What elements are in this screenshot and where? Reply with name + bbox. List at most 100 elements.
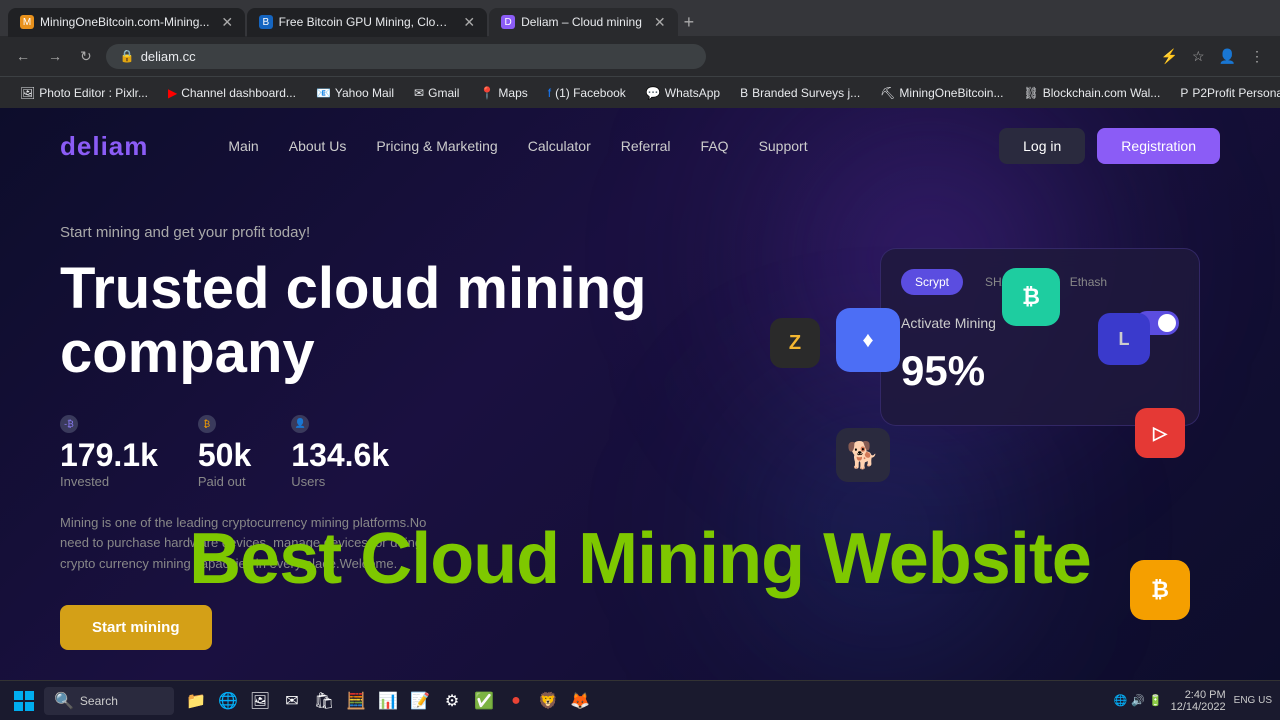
nav-faq[interactable]: FAQ xyxy=(701,138,729,154)
hero-subtitle: Start mining and get your profit today! xyxy=(60,224,1220,241)
bookmark-button[interactable]: ☆ xyxy=(1188,44,1209,69)
bookmark-photo-editor[interactable]: 🖼 Photo Editor : Pixlr... xyxy=(12,83,156,103)
date-display: 12/14/2022 xyxy=(1171,701,1226,713)
bookmark-blockchain-icon: ⛓ xyxy=(1023,86,1038,100)
taskbar-app-chrome[interactable]: ● xyxy=(502,687,530,715)
stat-invested-icon: -₿ xyxy=(60,415,78,433)
taskbar-app-settings[interactable]: ⚙ xyxy=(438,687,466,715)
nav-main[interactable]: Main xyxy=(228,138,258,154)
bookmark-blockchain-label: Blockchain.com Wal... xyxy=(1043,86,1161,100)
site-nav: Main About Us Pricing & Marketing Calcul… xyxy=(228,138,999,154)
card-tab-scrypt[interactable]: Scrypt xyxy=(901,269,963,295)
nav-pricing[interactable]: Pricing & Marketing xyxy=(376,138,497,154)
taskbar-app-explorer[interactable]: 📁 xyxy=(182,687,210,715)
bookmark-maps[interactable]: 📍 Maps xyxy=(471,83,535,103)
taskbar-app-word[interactable]: 📝 xyxy=(406,687,434,715)
stat-users-value: 134.6k xyxy=(291,437,389,474)
tab-3[interactable]: D Deliam – Cloud mining ✕ xyxy=(489,8,677,37)
bookmark-facebook-icon: f xyxy=(548,86,551,100)
tab-2[interactable]: B Free Bitcoin GPU Mining, Cloud... ✕ xyxy=(247,8,487,37)
tab-1-favicon: M xyxy=(20,15,34,29)
stat-users-icons: 👤 xyxy=(291,415,389,433)
bookmark-gmail-label: Gmail xyxy=(428,86,459,100)
extensions-button[interactable]: ⚡ xyxy=(1157,44,1182,69)
nav-support[interactable]: Support xyxy=(759,138,808,154)
bookmark-mining1-label: MiningOneBitcoin... xyxy=(899,86,1003,100)
stat-paidout-value: 50k xyxy=(198,437,251,474)
taskbar-app-brave[interactable]: 🦁 xyxy=(534,687,562,715)
taskbar-app-firefox[interactable]: 🦊 xyxy=(566,687,594,715)
bookmark-p2profit[interactable]: P P2Profit Personal ac... xyxy=(1172,83,1280,103)
taskbar-search[interactable]: 🔍 Search xyxy=(44,687,174,715)
nav-calculator[interactable]: Calculator xyxy=(528,138,591,154)
bookmark-yahoo[interactable]: 📧 Yahoo Mail xyxy=(308,83,402,103)
back-button[interactable]: ← xyxy=(12,44,34,68)
tab-1-title: MiningOneBitcoin.com-Mining... xyxy=(40,15,209,29)
bookmark-maps-icon: 📍 xyxy=(479,86,494,100)
stat-users-icon: 👤 xyxy=(291,415,309,433)
bookmark-channel-icon: ▶ xyxy=(168,86,177,100)
stat-users-label: Users xyxy=(291,474,389,489)
start-button[interactable] xyxy=(8,685,40,717)
battery-icon: 🔋 xyxy=(1149,694,1163,707)
bookmark-blockchain[interactable]: ⛓ Blockchain.com Wal... xyxy=(1015,83,1168,103)
card-tab-ethash[interactable]: Ethash xyxy=(1056,269,1121,295)
crypto-tron-icon: ▷ xyxy=(1135,408,1185,458)
stat-paidout: ₿ 50k Paid out xyxy=(198,415,251,489)
tab-3-title: Deliam – Cloud mining xyxy=(521,15,642,29)
bookmark-channel[interactable]: ▶ Channel dashboard... xyxy=(160,83,304,103)
nav-referral[interactable]: Referral xyxy=(621,138,671,154)
lock-icon: 🔒 xyxy=(120,49,135,63)
system-time: 2:40 PM 12/14/2022 xyxy=(1171,689,1226,713)
bookmark-yahoo-label: Yahoo Mail xyxy=(335,86,394,100)
reload-button[interactable]: ↻ xyxy=(76,44,96,69)
search-label: Search xyxy=(80,694,118,708)
bookmark-photo-editor-icon: 🖼 xyxy=(20,86,35,100)
taskbar-app-tasks[interactable]: ✅ xyxy=(470,687,498,715)
tab-3-close[interactable]: ✕ xyxy=(654,14,666,31)
activate-mining-label: Activate Mining xyxy=(901,315,996,331)
tab-2-close[interactable]: ✕ xyxy=(463,14,475,31)
menu-button[interactable]: ⋮ xyxy=(1246,44,1268,69)
stat-users: 👤 134.6k Users xyxy=(291,415,389,489)
stat-paidout-label: Paid out xyxy=(198,474,251,489)
bookmark-gmail[interactable]: ✉ Gmail xyxy=(406,83,467,103)
bookmark-photo-editor-label: Photo Editor : Pixlr... xyxy=(39,86,148,100)
stat-invested-label: Invested xyxy=(60,474,158,489)
hero-title: Trusted cloud mining company xyxy=(60,257,680,385)
tab-1[interactable]: M MiningOneBitcoin.com-Mining... ✕ xyxy=(8,8,245,37)
bookmark-mining1[interactable]: ⛏ MiningOneBitcoin... xyxy=(872,83,1011,103)
start-mining-button[interactable]: Start mining xyxy=(60,605,212,650)
header-actions: Log in Registration xyxy=(999,128,1220,164)
login-button[interactable]: Log in xyxy=(999,128,1085,164)
bookmark-whatsapp[interactable]: 💬 WhatsApp xyxy=(638,83,728,103)
bookmarks-bar: 🖼 Photo Editor : Pixlr... ▶ Channel dash… xyxy=(0,76,1280,108)
tab-bar: M MiningOneBitcoin.com-Mining... ✕ B Fre… xyxy=(0,0,1280,36)
nav-bar: ← → ↻ 🔒 deliam.cc ⚡ ☆ 👤 ⋮ xyxy=(0,36,1280,76)
taskbar-app-photos[interactable]: 🖼 xyxy=(246,687,274,715)
profile-button[interactable]: 👤 xyxy=(1215,44,1240,69)
bookmark-maps-label: Maps xyxy=(498,86,527,100)
taskbar-app-calc[interactable]: 🧮 xyxy=(342,687,370,715)
stat-invested: -₿ 179.1k Invested xyxy=(60,415,158,489)
register-button[interactable]: Registration xyxy=(1097,128,1220,164)
nav-about[interactable]: About Us xyxy=(289,138,347,154)
tab-1-close[interactable]: ✕ xyxy=(221,14,233,31)
taskbar-app-edge[interactable]: 🌐 xyxy=(214,687,242,715)
windows-icon xyxy=(14,691,34,711)
site-logo[interactable]: deliam xyxy=(60,131,148,162)
taskbar-app-mail[interactable]: ✉ xyxy=(278,687,306,715)
bookmark-facebook[interactable]: f (1) Facebook xyxy=(540,83,634,103)
address-bar[interactable]: 🔒 deliam.cc xyxy=(106,44,706,69)
taskbar: 🔍 Search 📁 🌐 🖼 ✉ 🛍 🧮 📊 📝 ⚙ ✅ ● 🦁 🦊 🌐 🔊 🔋… xyxy=(0,680,1280,720)
forward-button[interactable]: → xyxy=(44,44,66,68)
bookmark-branded[interactable]: B Branded Surveys j... xyxy=(732,83,868,103)
new-tab-button[interactable]: + xyxy=(678,12,701,33)
bookmark-channel-label: Channel dashboard... xyxy=(181,86,296,100)
taskbar-app-store[interactable]: 🛍 xyxy=(310,687,338,715)
browser-chrome: M MiningOneBitcoin.com-Mining... ✕ B Fre… xyxy=(0,0,1280,108)
time-display: 2:40 PM xyxy=(1171,689,1226,701)
taskbar-app-excel[interactable]: 📊 xyxy=(374,687,402,715)
bookmark-gmail-icon: ✉ xyxy=(414,86,424,100)
nav-icons: ⚡ ☆ 👤 ⋮ xyxy=(1157,44,1268,69)
